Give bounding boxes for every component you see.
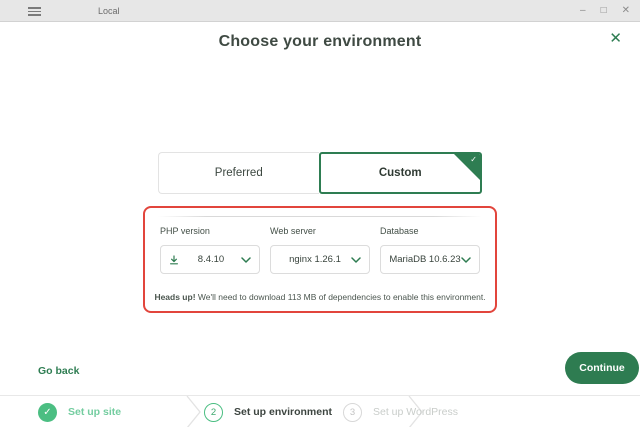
tab-custom-label: Custom [379, 167, 422, 179]
step-3-number: 3 [343, 403, 362, 422]
maximize-button[interactable]: □ [601, 0, 607, 22]
window-controls: – □ ✕ [580, 0, 630, 22]
php-version-label: PHP version [160, 226, 260, 236]
web-server-select[interactable]: nginx 1.26.1 [270, 245, 370, 274]
go-back-link[interactable]: Go back [38, 365, 79, 377]
database-label: Database [380, 226, 480, 236]
step-1-check-icon: ✓ [38, 403, 57, 422]
heads-up-notice: Heads up! We'll need to download 113 MB … [143, 292, 497, 302]
window-close-button[interactable]: ✕ [622, 0, 630, 22]
chevron-down-icon [461, 257, 471, 263]
environment-fields: PHP version 8.4.10 Web server nginx 1.26… [160, 226, 480, 274]
modal-close-icon[interactable]: ✕ [609, 29, 622, 47]
tab-preferred[interactable]: Preferred [158, 152, 319, 194]
stepper-separator-chevron [186, 396, 202, 427]
download-icon [169, 255, 179, 265]
step-set-up-wordpress: 3 Set up WordPress [343, 396, 458, 427]
setup-stepper: ✓ Set up site 2 Set up environment 3 Set… [0, 395, 640, 427]
app-title: Local [98, 0, 120, 22]
database-select[interactable]: MariaDB 10.6.23 [380, 245, 480, 274]
field-php-version: PHP version 8.4.10 [160, 226, 260, 274]
chevron-down-icon [351, 257, 361, 263]
step-3-label: Set up WordPress [373, 406, 458, 418]
tab-custom[interactable]: Custom ✓ [319, 152, 483, 194]
chevron-down-icon [241, 257, 251, 263]
web-server-value: nginx 1.26.1 [279, 254, 351, 265]
minimize-button[interactable]: – [580, 0, 586, 22]
page-title: Choose your environment [0, 33, 640, 51]
app-window: Local – □ ✕ Choose your environment ✕ Pr… [0, 0, 640, 427]
hamburger-menu-icon[interactable] [28, 7, 41, 16]
notice-lead: Heads up! [154, 292, 195, 302]
field-web-server: Web server nginx 1.26.1 [270, 226, 370, 274]
step-set-up-site: ✓ Set up site [38, 396, 121, 427]
continue-button[interactable]: Continue [565, 352, 639, 384]
notice-text: We'll need to download 113 MB of depende… [196, 292, 486, 302]
field-database: Database MariaDB 10.6.23 [380, 226, 480, 274]
database-value: MariaDB 10.6.23 [389, 254, 461, 265]
web-server-label: Web server [270, 226, 370, 236]
step-2-number: 2 [204, 403, 223, 422]
panel-top-divider [158, 216, 482, 217]
step-2-label: Set up environment [234, 406, 332, 418]
tab-preferred-label: Preferred [215, 167, 263, 179]
titlebar: Local – □ ✕ [0, 0, 640, 22]
selected-check-icon: ✓ [470, 155, 477, 164]
php-version-select[interactable]: 8.4.10 [160, 245, 260, 274]
step-set-up-environment: 2 Set up environment [204, 396, 332, 427]
environment-tabs: Preferred Custom ✓ [158, 152, 482, 194]
php-version-value: 8.4.10 [181, 254, 241, 265]
step-1-label: Set up site [68, 406, 121, 418]
